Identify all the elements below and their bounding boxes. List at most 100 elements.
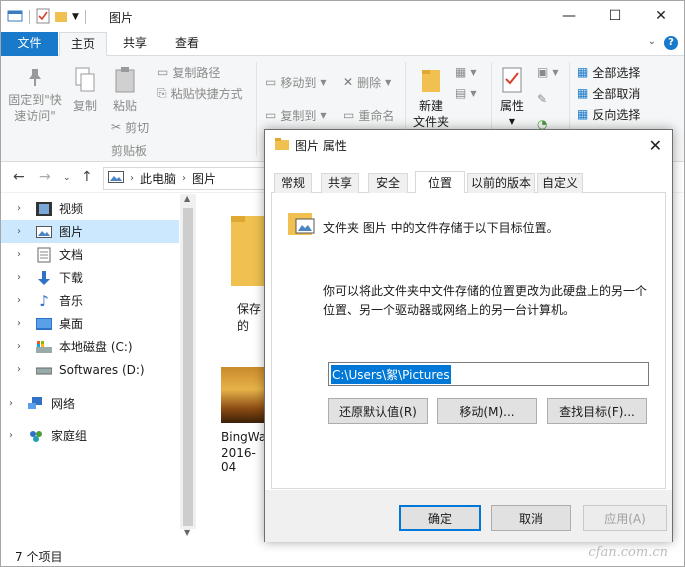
move-to-label: 移动到 — [280, 75, 317, 90]
folder-icon — [419, 66, 443, 98]
breadcrumb-this-pc[interactable]: 此电脑 — [140, 170, 176, 187]
folder-item[interactable] — [225, 212, 267, 291]
nav-pane-scroll-thumb[interactable] — [183, 208, 193, 526]
rename-label: 重命名 — [358, 108, 395, 123]
edit-button[interactable]: ✎ — [537, 89, 547, 109]
help-icon[interactable]: ? — [664, 36, 678, 50]
recent-locations-chevron-icon[interactable]: ⌄ — [63, 173, 71, 183]
select-none-button[interactable]: ▦ 全部取消 — [577, 83, 640, 103]
nav-item-local-disk-c[interactable]: › 本地磁盘 (C:) — [1, 335, 179, 358]
cut-button[interactable]: ✂ 剪切 — [111, 117, 149, 137]
nav-label-network: 网络 — [51, 397, 76, 411]
close-button[interactable]: ✕ — [638, 1, 684, 31]
properties-button[interactable]: 属性 ▼ — [495, 66, 529, 130]
location-description-line-2: 位置、另一个驱动器或网络上的另一台计算机。 — [323, 303, 576, 317]
copy-path-button[interactable]: ▭ 复制路径 — [157, 62, 220, 82]
invert-selection-icon: ▦ — [577, 107, 589, 121]
pictures-folder-icon — [288, 211, 316, 240]
select-none-label: 全部取消 — [592, 86, 641, 101]
dialog-close-icon[interactable]: ✕ — [649, 136, 662, 155]
customize-qat-icon[interactable]: ▼ — [72, 12, 79, 22]
nav-pane-scrollbar[interactable]: ▲ ▼ — [180, 194, 196, 537]
rename-button[interactable]: ▭ 重命名 — [343, 105, 394, 125]
new-folder-qat-icon[interactable] — [54, 9, 68, 26]
nav-item-downloads[interactable]: › 下载 — [1, 266, 179, 289]
scissors-icon: ✂ — [111, 120, 122, 134]
invert-selection-button[interactable]: ▦ 反向选择 — [577, 104, 640, 124]
location-path-input[interactable]: C:\Users\絮\Pictures — [328, 362, 649, 386]
copy-to-button[interactable]: ▭ 复制到 ▼ — [265, 105, 327, 125]
cancel-button[interactable]: 取消 — [491, 505, 571, 531]
breadcrumb-pictures[interactable]: 图片 — [192, 170, 216, 187]
restore-default-button[interactable]: 还原默认值(R) — [328, 398, 428, 424]
documents-folder-icon — [35, 247, 53, 263]
move-to-button[interactable]: ▭ 移动到 ▼ — [265, 72, 327, 92]
downloads-folder-icon — [35, 270, 53, 286]
paste-icon — [113, 66, 137, 98]
open-button[interactable]: ▣ ▼ — [537, 62, 559, 82]
tab-file[interactable]: 文件 — [1, 32, 58, 56]
drive-icon — [35, 362, 53, 378]
nav-label-homegroup: 家庭组 — [51, 429, 88, 443]
easy-access-button[interactable]: ▤ ▼ — [455, 83, 477, 103]
ok-button[interactable]: 确定 — [399, 505, 481, 531]
apply-button[interactable]: 应用(A) — [583, 505, 667, 531]
tab-location[interactable]: 位置 — [415, 171, 465, 194]
delete-button[interactable]: ✕ 删除 ▼ — [343, 72, 391, 92]
nav-item-documents[interactable]: › 文档 — [1, 243, 179, 266]
properties-icon — [500, 66, 524, 98]
nav-label-documents: 文档 — [59, 248, 84, 262]
address-bar[interactable]: › 此电脑 › 图片 — [103, 167, 283, 190]
location-path-value: C:\Users\絮\Pictures — [331, 364, 451, 384]
new-folder-button[interactable]: 新建 文件夹 — [411, 66, 451, 130]
pin-icon — [24, 66, 46, 92]
tab-share[interactable]: 共享 — [111, 32, 159, 56]
nav-item-softwares-d[interactable]: › Softwares (D:) — [1, 358, 179, 381]
expand-ribbon-icon[interactable]: ⌄ — [648, 36, 656, 50]
nav-item-desktop[interactable]: › 桌面 — [1, 312, 179, 335]
maximize-button[interactable]: ☐ — [592, 1, 638, 31]
new-item-button[interactable]: ▦ ▼ — [455, 62, 477, 82]
move-button[interactable]: 移动(M)... — [437, 398, 537, 424]
select-all-button[interactable]: ▦ 全部选择 — [577, 62, 640, 82]
minimize-button[interactable]: — — [546, 1, 592, 31]
nav-item-pictures[interactable]: › 图片 — [1, 220, 179, 243]
item-count: 7 个项目 — [15, 550, 63, 564]
copy-label: 复制 — [72, 99, 97, 113]
nav-item-homegroup[interactable]: › 家庭组 — [1, 424, 179, 447]
tab-security[interactable]: 安全 — [368, 173, 408, 193]
rename-icon: ▭ — [343, 108, 355, 122]
pictures-folder-icon — [35, 224, 53, 240]
dialog-title: 图片 属性 — [295, 138, 347, 153]
dialog-footer: 确定 取消 应用(A) — [265, 490, 672, 542]
tab-general[interactable]: 常规 — [274, 173, 312, 193]
homegroup-icon — [27, 428, 45, 444]
explorer-app-icon — [7, 9, 23, 26]
folder-icon — [225, 216, 267, 291]
nav-item-network[interactable]: › 网络 — [1, 392, 179, 415]
tab-home[interactable]: 主页 — [59, 32, 107, 56]
paste-shortcut-icon: ⎘ — [157, 85, 167, 100]
tab-view[interactable]: 查看 — [163, 32, 211, 56]
tab-previous-versions[interactable]: 以前的版本 — [467, 173, 535, 193]
select-all-label: 全部选择 — [592, 65, 641, 80]
properties-qat-icon[interactable] — [36, 8, 50, 27]
forward-arrow-icon[interactable]: → — [39, 169, 51, 185]
location-panel: 文件夹 图片 中的文件存储于以下目标位置。 你可以将此文件夹中文件存储的位置更改… — [271, 193, 666, 489]
tab-customize[interactable]: 自定义 — [537, 173, 583, 193]
copy-button[interactable]: 复制 — [69, 66, 101, 114]
up-arrow-icon[interactable]: ↑ — [81, 169, 93, 185]
network-icon — [27, 396, 45, 412]
paste-shortcut-button[interactable]: ⎘ 粘贴快捷方式 — [157, 83, 243, 103]
nav-item-videos[interactable]: › 视频 — [1, 197, 179, 220]
tab-sharing[interactable]: 共享 — [321, 173, 359, 193]
nav-label-pictures: 图片 — [59, 225, 84, 239]
image-thumbnail[interactable] — [221, 367, 267, 423]
find-target-button[interactable]: 查找目标(F)... — [547, 398, 647, 424]
paste-button[interactable]: 粘贴 — [107, 66, 143, 114]
folder-small-icon — [275, 137, 289, 153]
pin-to-quick-access-button[interactable]: 固定到"快 速访问" — [7, 66, 63, 124]
back-arrow-icon[interactable]: ← — [13, 169, 25, 185]
nav-item-music[interactable]: › ♪ 音乐 — [1, 289, 179, 312]
copy-path-label: 复制路径 — [172, 65, 221, 80]
